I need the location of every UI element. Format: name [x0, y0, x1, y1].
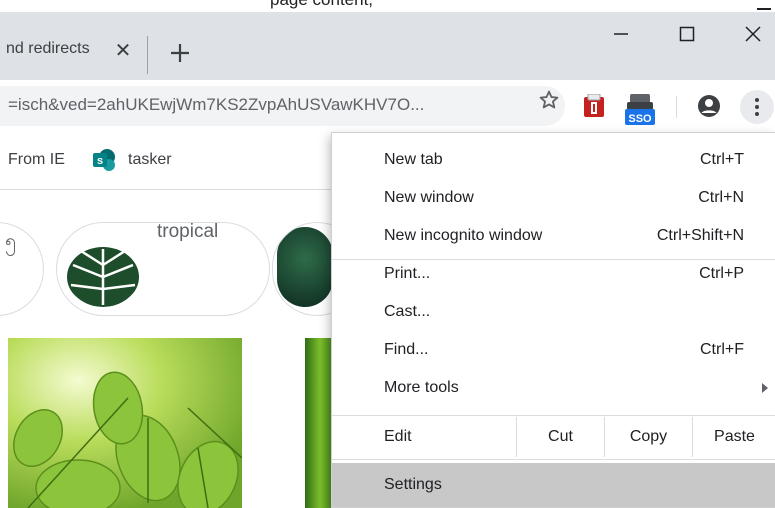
- toolbar-separator: [676, 96, 677, 118]
- sharepoint-letter: s: [97, 155, 103, 167]
- menu-edit-row: Edit Cut Copy Paste: [332, 417, 775, 457]
- chip-label: tropical: [157, 222, 219, 242]
- submenu-arrow-icon: [762, 383, 768, 393]
- sso-printer-icon: SSO: [625, 94, 655, 125]
- minimize-icon: [614, 33, 628, 35]
- tab-divider: [147, 36, 148, 74]
- menu-item-label: New window: [384, 189, 474, 206]
- bookmark-label: tasker: [128, 151, 172, 168]
- paste-button[interactable]: Paste: [692, 417, 775, 457]
- cut-off-underline: [757, 8, 771, 10]
- sso-label: SSO: [628, 113, 652, 125]
- kebab-menu-icon: [755, 98, 759, 116]
- menu-item-label: Cast...: [384, 303, 431, 320]
- new-tab-button[interactable]: [165, 38, 195, 68]
- menu-item-shortcut: Ctrl+P: [699, 265, 744, 282]
- menu-item-new-incognito-window[interactable]: New incognito window Ctrl+Shift+N: [332, 217, 775, 255]
- minimize-button[interactable]: [590, 12, 652, 56]
- cut-button[interactable]: Cut: [516, 417, 604, 457]
- menu-item-label: Print...: [384, 265, 431, 282]
- menu-item-new-window[interactable]: New window Ctrl+N: [332, 179, 775, 217]
- menu-item-more-tools[interactable]: More tools: [332, 369, 775, 407]
- menu-item-label: More tools: [384, 379, 459, 396]
- related-search-chip-tropical[interactable]: tropical: [56, 222, 270, 316]
- close-window-button[interactable]: [722, 12, 775, 56]
- copy-button[interactable]: Copy: [604, 417, 692, 457]
- menu-item-label: Find...: [384, 341, 429, 358]
- menu-item-shortcut: Ctrl+T: [700, 151, 744, 168]
- url-text[interactable]: =isch&ved=2ahUKEwjWm7KS2ZvpAhUSVawKHV7O.…: [8, 95, 498, 115]
- chrome-context-menu: New tab Ctrl+T New window Ctrl+N New inc…: [331, 132, 775, 508]
- bookmark-from-ie[interactable]: From IE: [8, 151, 65, 169]
- maximize-button[interactable]: [656, 12, 718, 56]
- menu-item-shortcut: Ctrl+N: [698, 189, 744, 206]
- tab-close-icon[interactable]: ✕: [112, 40, 134, 62]
- bookmark-star-icon[interactable]: [538, 89, 560, 111]
- menu-item-find[interactable]: Find... Ctrl+F: [332, 331, 775, 369]
- sharepoint-icon: s: [93, 149, 115, 171]
- tropical-leaf-thumbnail: [63, 227, 143, 307]
- top-page-strip: page content,: [0, 0, 775, 12]
- menu-item-cast[interactable]: Cast...: [332, 293, 775, 331]
- tab-title: nd redirects: [6, 40, 90, 57]
- tab-strip: nd redirects ✕: [0, 12, 775, 80]
- extension-red-icon[interactable]: [583, 94, 605, 118]
- menu-item-label: New tab: [384, 151, 443, 168]
- profile-avatar-icon[interactable]: [697, 94, 721, 118]
- menu-item-shortcut: Ctrl+F: [700, 341, 744, 358]
- maximize-icon: [679, 26, 695, 42]
- result-image-green-leaves[interactable]: [8, 338, 242, 508]
- related-search-chip[interactable]: ၅: [0, 222, 44, 316]
- menu-item-settings[interactable]: Settings: [332, 463, 775, 507]
- address-bar[interactable]: =isch&ved=2ahUKEwjWm7KS2ZvpAhUSVawKHV7O.…: [0, 86, 565, 126]
- browser-toolbar: =isch&ved=2ahUKEwjWm7KS2ZvpAhUSVawKHV7O.…: [0, 80, 775, 132]
- menu-item-new-tab[interactable]: New tab Ctrl+T: [332, 141, 775, 179]
- edit-label: Edit: [384, 428, 412, 445]
- cut-off-page-text: page content,: [270, 0, 373, 10]
- menu-separator: [332, 459, 775, 460]
- chrome-menu-button[interactable]: [740, 90, 774, 124]
- menu-item-print[interactable]: Print... Ctrl+P: [332, 255, 775, 293]
- browser-tab[interactable]: nd redirects ✕: [0, 20, 150, 80]
- close-icon: [745, 26, 761, 42]
- plus-icon: [171, 44, 189, 62]
- chip-cut-text: ၅: [5, 230, 17, 252]
- sso-extension-icon[interactable]: SSO: [624, 92, 658, 126]
- menu-item-label: New incognito window: [384, 227, 543, 244]
- menu-separator: [332, 415, 775, 416]
- dark-leaf-thumbnail: [277, 227, 333, 307]
- menu-item-label: Settings: [384, 476, 442, 493]
- menu-item-shortcut: Ctrl+Shift+N: [656, 227, 744, 244]
